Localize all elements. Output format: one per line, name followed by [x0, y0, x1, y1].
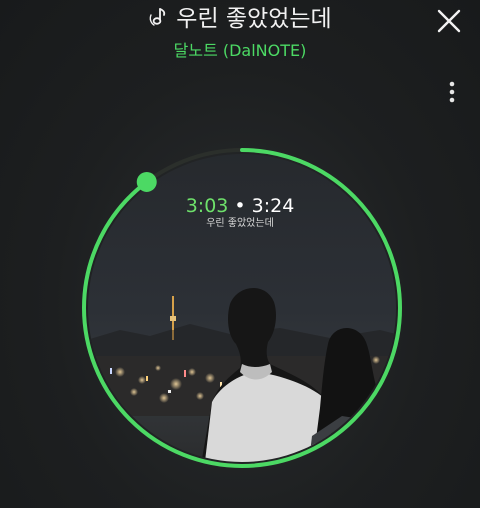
- time-separator: •: [234, 195, 246, 217]
- music-note-icon: [149, 8, 166, 26]
- time-display: 3:03 • 3:24: [0, 194, 480, 218]
- song-title-row: 우린 좋았었는데: [0, 4, 480, 34]
- current-time: 3:03: [185, 195, 229, 217]
- total-time: 3:24: [251, 195, 295, 217]
- current-lyric: 우린 좋았었는데: [206, 218, 274, 229]
- artist-name[interactable]: 달노트 (DalNOTE): [0, 40, 480, 62]
- music-player-screen: 우린 좋았었는데 달노트 (DalNOTE) 3:03 • 3:24 우린 좋았…: [0, 0, 480, 508]
- close-icon[interactable]: [436, 8, 462, 34]
- progress-knob[interactable]: [136, 171, 157, 192]
- more-vertical-icon[interactable]: [448, 80, 456, 104]
- song-title: 우린 좋았었는데: [176, 6, 332, 32]
